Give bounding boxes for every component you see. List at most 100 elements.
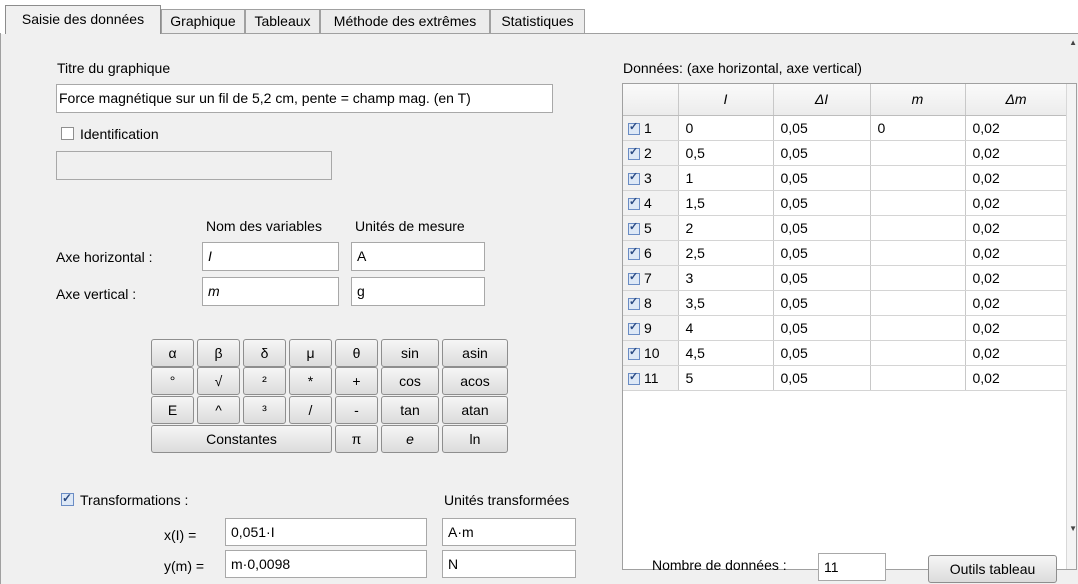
tab-data-entry[interactable]: Saisie des données xyxy=(5,5,161,34)
table-cell[interactable]: 0,05 xyxy=(773,340,871,366)
table-row[interactable]: 3 10,05 0,02 xyxy=(623,165,1068,191)
table-cell[interactable]: 3,5 xyxy=(678,290,774,316)
key-multiply[interactable]: * xyxy=(289,367,332,395)
key-sin[interactable]: sin xyxy=(381,339,439,367)
key-tan[interactable]: tan xyxy=(381,396,439,424)
row-include-cell[interactable]: 11 xyxy=(623,365,679,391)
table-cell[interactable]: 1 xyxy=(678,165,774,191)
key-ln[interactable]: ln xyxy=(442,425,508,453)
table-cell[interactable]: 0,05 xyxy=(773,365,871,391)
row-include-checkbox[interactable] xyxy=(628,295,640,310)
vertical-unit-input[interactable]: g xyxy=(351,277,485,306)
table-cell[interactable]: 0,05 xyxy=(773,265,871,291)
row-include-cell[interactable]: 5 xyxy=(623,215,679,241)
table-cell[interactable] xyxy=(870,315,966,341)
table-row[interactable]: 5 20,05 0,02 xyxy=(623,215,1068,241)
table-cell[interactable]: 0,5 xyxy=(678,140,774,166)
vertical-variable-input[interactable]: m xyxy=(202,277,339,306)
table-cell[interactable]: 0,02 xyxy=(965,340,1068,366)
table-cell[interactable]: 0,02 xyxy=(965,240,1068,266)
x-transform-input[interactable]: 0,051·I xyxy=(225,518,427,546)
row-include-cell[interactable]: 2 xyxy=(623,140,679,166)
table-cell[interactable]: 0,05 xyxy=(773,215,871,241)
table-scrollbar[interactable] xyxy=(1066,84,1076,569)
table-cell[interactable]: 0,02 xyxy=(965,165,1068,191)
table-cell[interactable]: 0,02 xyxy=(965,315,1068,341)
table-cell[interactable]: 1,5 xyxy=(678,190,774,216)
table-row[interactable]: 2 0,50,05 0,02 xyxy=(623,140,1068,166)
table-row[interactable]: 7 30,05 0,02 xyxy=(623,265,1068,291)
table-row[interactable]: 100,0500,02 xyxy=(623,115,1068,141)
table-row[interactable]: 11 50,05 0,02 xyxy=(623,365,1068,391)
table-row[interactable]: 10 4,50,05 0,02 xyxy=(623,340,1068,366)
table-cell[interactable]: 0,02 xyxy=(965,190,1068,216)
table-cell[interactable]: 0,05 xyxy=(773,140,871,166)
scroll-up-icon[interactable]: ▲ xyxy=(1069,38,1077,47)
row-include-checkbox[interactable] xyxy=(628,245,640,260)
column-header-i[interactable]: I xyxy=(678,84,774,116)
table-cell[interactable]: 4,5 xyxy=(678,340,774,366)
table-row[interactable]: 9 40,05 0,02 xyxy=(623,315,1068,341)
row-include-checkbox[interactable] xyxy=(628,345,640,360)
table-cell[interactable] xyxy=(870,190,966,216)
row-include-checkbox[interactable] xyxy=(628,270,640,285)
key-cube[interactable]: ³ xyxy=(243,396,286,424)
table-cell[interactable]: 0,02 xyxy=(965,140,1068,166)
table-cell[interactable]: 0,05 xyxy=(773,115,871,141)
table-cell[interactable]: 0,05 xyxy=(773,190,871,216)
table-cell[interactable] xyxy=(870,340,966,366)
table-row[interactable]: 8 3,50,05 0,02 xyxy=(623,290,1068,316)
table-cell[interactable]: 0,05 xyxy=(773,165,871,191)
column-header-delta-m[interactable]: Δm xyxy=(965,84,1068,116)
title-input[interactable]: Force magnétique sur un fil de 5,2 cm, p… xyxy=(56,84,553,113)
key-atan[interactable]: atan xyxy=(442,396,508,424)
key-exponent-e[interactable]: E xyxy=(151,396,194,424)
y-transformed-unit-input[interactable]: N xyxy=(442,550,576,578)
tab-graph[interactable]: Graphique xyxy=(161,9,245,33)
row-include-checkbox[interactable] xyxy=(628,170,640,185)
table-cell[interactable]: 0 xyxy=(678,115,774,141)
key-asin[interactable]: asin xyxy=(442,339,508,367)
key-power[interactable]: ^ xyxy=(197,396,240,424)
row-include-checkbox[interactable] xyxy=(628,370,640,385)
row-include-cell[interactable]: 1 xyxy=(623,115,679,141)
scroll-down-icon[interactable]: ▼ xyxy=(1069,524,1077,533)
table-cell[interactable]: 0,02 xyxy=(965,265,1068,291)
table-cell[interactable]: 2 xyxy=(678,215,774,241)
table-cell[interactable]: 0,02 xyxy=(965,290,1068,316)
key-delta[interactable]: δ xyxy=(243,339,286,367)
key-sqrt[interactable]: √ xyxy=(197,367,240,395)
row-include-cell[interactable]: 3 xyxy=(623,165,679,191)
row-include-cell[interactable]: 9 xyxy=(623,315,679,341)
tab-statistics[interactable]: Statistiques xyxy=(490,9,585,33)
horizontal-unit-input[interactable]: A xyxy=(351,242,485,271)
key-acos[interactable]: acos xyxy=(442,367,508,395)
row-include-cell[interactable]: 10 xyxy=(623,340,679,366)
table-row[interactable]: 4 1,50,05 0,02 xyxy=(623,190,1068,216)
table-cell[interactable] xyxy=(870,215,966,241)
table-cell[interactable] xyxy=(870,240,966,266)
table-cell[interactable]: 3 xyxy=(678,265,774,291)
constants-button[interactable]: Constantes xyxy=(151,425,332,453)
identification-checkbox[interactable] xyxy=(61,127,74,140)
row-include-checkbox[interactable] xyxy=(628,220,640,235)
key-beta[interactable]: β xyxy=(197,339,240,367)
key-degree[interactable]: ° xyxy=(151,367,194,395)
x-transformed-unit-input[interactable]: A·m xyxy=(442,518,576,546)
table-cell[interactable] xyxy=(870,265,966,291)
column-header-delta-i[interactable]: ΔI xyxy=(773,84,871,116)
key-divide[interactable]: / xyxy=(289,396,332,424)
table-cell[interactable]: 5 xyxy=(678,365,774,391)
transformations-checkbox[interactable] xyxy=(61,491,74,506)
tab-tables[interactable]: Tableaux xyxy=(245,9,320,33)
column-header-m[interactable]: m xyxy=(870,84,966,116)
table-cell[interactable]: 0 xyxy=(870,115,966,141)
horizontal-variable-input[interactable]: I xyxy=(202,242,339,271)
table-cell[interactable] xyxy=(870,140,966,166)
row-include-checkbox[interactable] xyxy=(628,195,640,210)
identification-input[interactable] xyxy=(56,151,332,180)
key-plus[interactable]: + xyxy=(335,367,378,395)
tab-extremes-method[interactable]: Méthode des extrêmes xyxy=(320,9,490,33)
row-include-cell[interactable]: 4 xyxy=(623,190,679,216)
key-e[interactable]: e xyxy=(381,425,439,453)
